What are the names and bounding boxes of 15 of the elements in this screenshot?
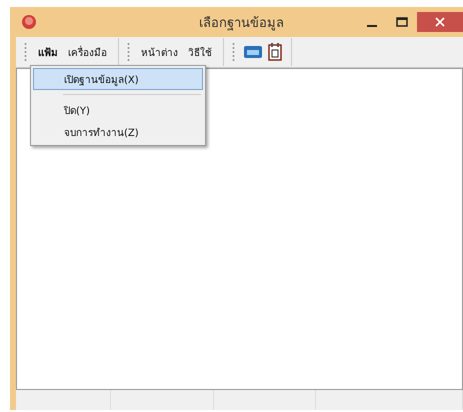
calendar-icon bbox=[268, 43, 282, 61]
menu-option[interactable]: ปิด(Y) bbox=[33, 99, 203, 121]
menu-item[interactable]: เครื่องมือ bbox=[63, 42, 112, 62]
menu-item[interactable]: หน้าต่าง bbox=[136, 42, 183, 62]
menu-option[interactable]: จบการทำงาน(Z) bbox=[33, 121, 203, 143]
menu-option[interactable]: เปิดฐานข้อมูล(X) bbox=[33, 68, 203, 90]
window-title: เลือกฐานข้อมูล bbox=[198, 14, 285, 32]
close-button[interactable] bbox=[417, 12, 463, 32]
menu-item[interactable]: แฟ้ม bbox=[33, 42, 63, 62]
menu-item[interactable]: วิธีใช้ bbox=[183, 42, 217, 62]
maximize-icon bbox=[396, 17, 408, 27]
app-icon bbox=[22, 15, 36, 29]
close-icon bbox=[435, 17, 445, 27]
minimize-icon bbox=[367, 24, 377, 26]
keyboard-icon bbox=[244, 45, 262, 59]
